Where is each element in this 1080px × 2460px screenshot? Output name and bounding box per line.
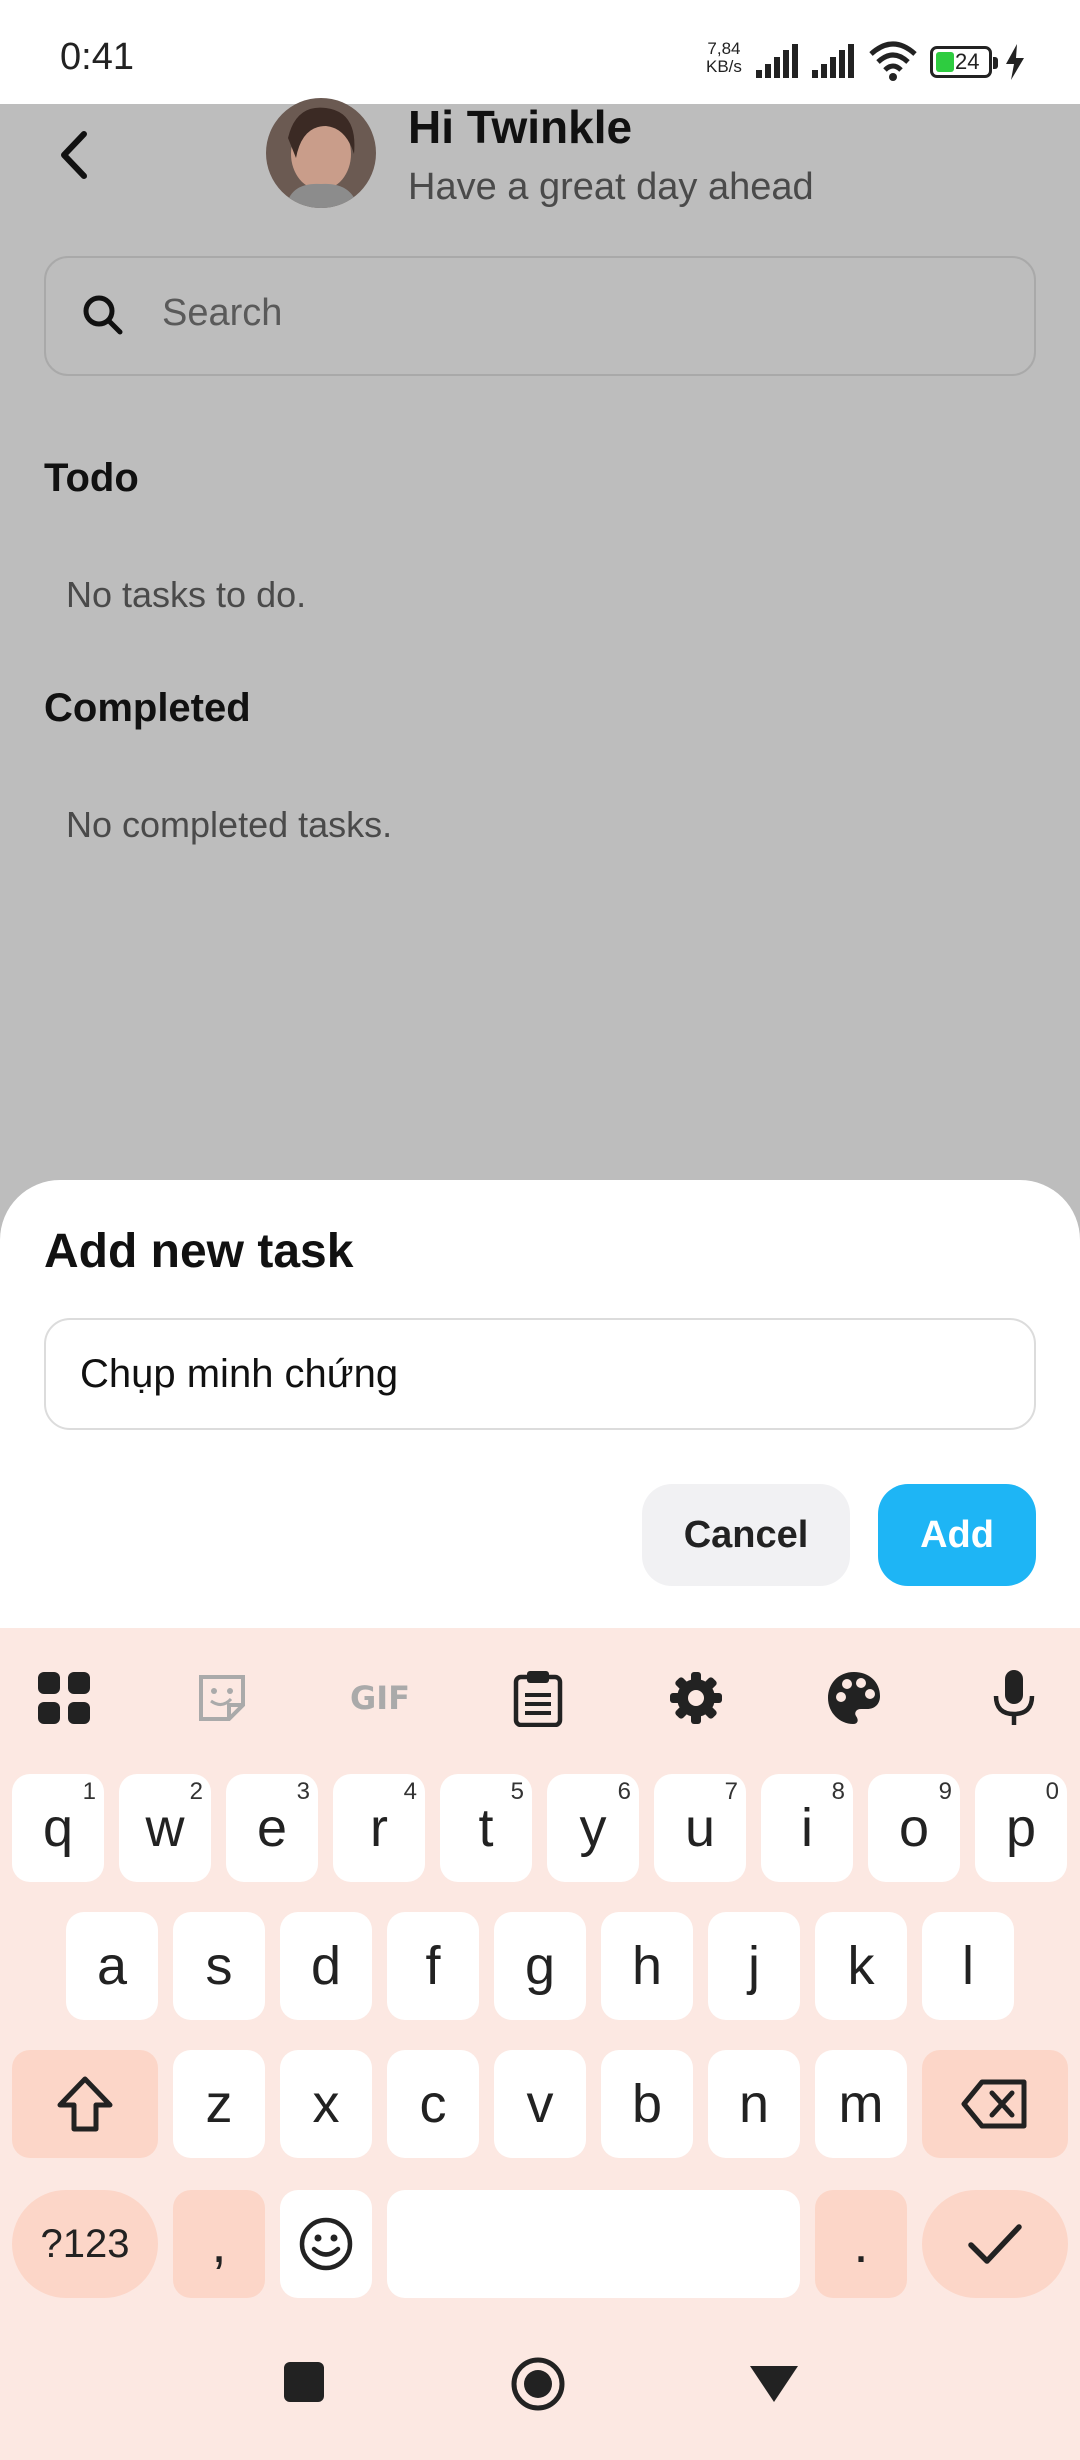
- back-button[interactable]: [52, 128, 96, 182]
- key-hint: 7: [724, 1778, 738, 1805]
- status-bar: [0, 0, 1080, 104]
- battery-level: 24: [955, 49, 980, 74]
- shift-icon: [57, 2076, 113, 2132]
- avatar: [266, 98, 376, 208]
- charging-icon: [1006, 44, 1024, 80]
- key-hint: 0: [1045, 1778, 1059, 1805]
- emoji-key[interactable]: [280, 2190, 372, 2298]
- key-label: q: [42, 1798, 74, 1858]
- key-q[interactable]: q1: [12, 1774, 104, 1882]
- signal-icon-2: [812, 44, 854, 78]
- gif-icon[interactable]: GIF: [342, 1660, 418, 1736]
- shift-key[interactable]: [12, 2050, 158, 2158]
- key-r[interactable]: r4: [333, 1774, 425, 1882]
- key-t[interactable]: t5: [440, 1774, 532, 1882]
- completed-heading: Completed: [44, 686, 251, 730]
- check-icon: [968, 2224, 1022, 2264]
- todo-heading: Todo: [44, 456, 139, 500]
- backspace-key[interactable]: [922, 2050, 1068, 2158]
- key-z[interactable]: z: [173, 2050, 265, 2158]
- network-speed: 7,84 KB/s: [706, 40, 742, 76]
- key-label: o: [898, 1798, 930, 1858]
- search-placeholder: Search: [162, 292, 283, 334]
- key-a[interactable]: a: [66, 1912, 158, 2020]
- period-key[interactable]: .: [815, 2190, 907, 2298]
- add-button[interactable]: Add: [878, 1484, 1036, 1586]
- key-k[interactable]: k: [815, 1912, 907, 2020]
- key-label: w: [145, 1798, 185, 1858]
- key-hint: 4: [403, 1778, 417, 1805]
- signal-icon: [756, 44, 798, 78]
- key-v[interactable]: v: [494, 2050, 586, 2158]
- key-m[interactable]: m: [815, 2050, 907, 2158]
- key-hint: 3: [296, 1778, 310, 1805]
- search-icon: [83, 295, 123, 335]
- battery-icon: 24: [930, 46, 998, 78]
- recent-apps-button[interactable]: [282, 2360, 326, 2404]
- key-u[interactable]: u7: [654, 1774, 746, 1882]
- backspace-icon: [961, 2079, 1027, 2129]
- symbols-key[interactable]: ?123: [12, 2190, 158, 2298]
- key-l[interactable]: l: [922, 1912, 1014, 2020]
- key-label: t: [478, 1798, 494, 1858]
- home-button[interactable]: [508, 2354, 568, 2414]
- avatar-image: [266, 98, 376, 208]
- key-hint: 2: [189, 1778, 203, 1805]
- key-p[interactable]: p0: [975, 1774, 1067, 1882]
- key-h[interactable]: h: [601, 1912, 693, 2020]
- network-speed-value: 7,84: [707, 39, 741, 58]
- task-input[interactable]: [44, 1318, 1036, 1430]
- key-hint: 6: [617, 1778, 631, 1805]
- comma-key[interactable]: ,: [173, 2190, 265, 2298]
- status-time: 0:41: [60, 36, 134, 78]
- key-x[interactable]: x: [280, 2050, 372, 2158]
- key-hint: 9: [938, 1778, 952, 1805]
- key-d[interactable]: d: [280, 1912, 372, 2020]
- wifi-icon: [869, 41, 917, 81]
- cancel-button[interactable]: Cancel: [642, 1484, 850, 1586]
- key-hint: 1: [82, 1778, 96, 1805]
- key-label: r: [370, 1798, 388, 1858]
- key-label: p: [1005, 1798, 1037, 1858]
- palette-icon[interactable]: [816, 1660, 892, 1736]
- key-n[interactable]: n: [708, 2050, 800, 2158]
- greeting-title: Hi Twinkle: [408, 101, 633, 153]
- apps-icon[interactable]: [26, 1660, 102, 1736]
- enter-key[interactable]: [922, 2190, 1068, 2298]
- sticker-icon[interactable]: [184, 1660, 260, 1736]
- key-hint: 5: [510, 1778, 524, 1805]
- key-y[interactable]: y6: [547, 1774, 639, 1882]
- back-nav-button[interactable]: [748, 2364, 800, 2404]
- network-speed-unit: KB/s: [706, 57, 742, 76]
- mic-icon[interactable]: [976, 1660, 1052, 1736]
- sheet-title: Add new task: [44, 1225, 354, 1278]
- key-w[interactable]: w2: [119, 1774, 211, 1882]
- key-o[interactable]: o9: [868, 1774, 960, 1882]
- key-label: y: [579, 1798, 607, 1858]
- key-i[interactable]: i8: [761, 1774, 853, 1882]
- clipboard-icon[interactable]: [500, 1660, 576, 1736]
- key-e[interactable]: e3: [226, 1774, 318, 1882]
- key-g[interactable]: g: [494, 1912, 586, 2020]
- emoji-icon: [299, 2217, 353, 2271]
- key-label: i: [801, 1798, 813, 1858]
- key-f[interactable]: f: [387, 1912, 479, 2020]
- key-label: u: [684, 1798, 716, 1858]
- keyboard: [0, 1628, 1080, 2460]
- settings-icon[interactable]: [658, 1660, 734, 1736]
- space-key[interactable]: [387, 2190, 800, 2298]
- key-b[interactable]: b: [601, 2050, 693, 2158]
- todo-empty-text: No tasks to do.: [66, 574, 307, 615]
- key-label: e: [256, 1798, 288, 1858]
- completed-empty-text: No completed tasks.: [66, 804, 393, 845]
- key-j[interactable]: j: [708, 1912, 800, 2020]
- key-c[interactable]: c: [387, 2050, 479, 2158]
- greeting-subtitle: Have a great day ahead: [408, 166, 814, 208]
- key-s[interactable]: s: [173, 1912, 265, 2020]
- key-hint: 8: [831, 1778, 845, 1805]
